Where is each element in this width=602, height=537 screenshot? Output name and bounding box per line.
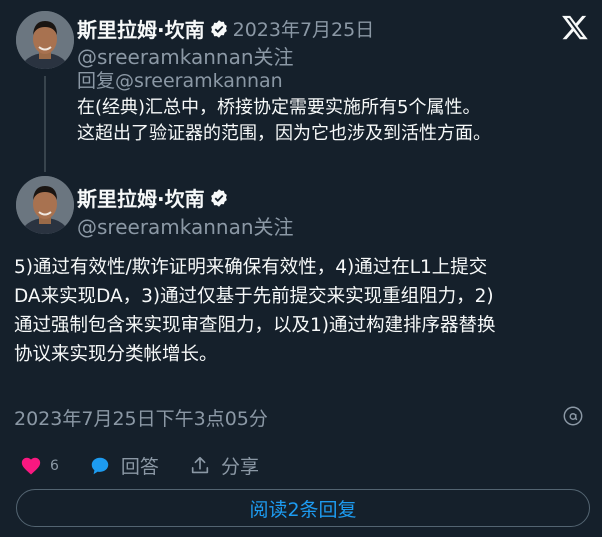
parent-tweet-date[interactable]: 2023年7月25日 bbox=[233, 15, 375, 42]
tweet-actions: 6 回答 分享 bbox=[20, 452, 289, 479]
parent-author-avatar[interactable] bbox=[16, 11, 74, 69]
like-button[interactable]: 6 bbox=[20, 455, 59, 477]
parent-tweet-text: 在(经典)汇总中，桥接协定需要实施所有5个属性。 这超出了验证器的范围，因为它也… bbox=[77, 95, 491, 147]
main-text-line: DA来实现DA，3)通过仅基于先前提交来实现重组阻力，2) bbox=[14, 286, 494, 307]
reply-label: 回答 bbox=[120, 456, 159, 478]
main-author-avatar[interactable] bbox=[16, 176, 74, 234]
parent-author-row: 斯里拉姆·坎南 2023年7月25日 bbox=[77, 14, 374, 43]
main-follow-link[interactable]: 关注 bbox=[254, 215, 294, 239]
reply-bubble-icon bbox=[91, 457, 109, 474]
share-button[interactable]: 分享 bbox=[189, 452, 259, 479]
main-text-line: 5)通过有效性/欺诈证明来确保有效性，4)通过在L1上提交 bbox=[14, 257, 488, 278]
share-icon bbox=[191, 456, 209, 473]
reply-button[interactable]: 回答 bbox=[89, 452, 159, 479]
read-replies-button[interactable]: 阅读2条回复 bbox=[16, 489, 590, 527]
tweet-timestamp[interactable]: 2023年7月25日下午3点05分 bbox=[14, 404, 268, 431]
verified-badge-icon bbox=[210, 188, 227, 207]
main-text-line: 通过强制包含来实现审查阻力，以及1)通过构建排序器替换 bbox=[14, 315, 496, 336]
main-tweet-text: 5)通过有效性/欺诈证明来确保有效性，4)通过在L1上提交 DA来实现DA，3)… bbox=[14, 253, 496, 369]
parent-author-name[interactable]: 斯里拉姆·坎南 bbox=[77, 14, 205, 43]
main-author-name[interactable]: 斯里拉姆·坎南 bbox=[77, 183, 205, 212]
thread-connector-line bbox=[44, 76, 46, 172]
main-handle-row: @sreeramkannan关注 bbox=[77, 211, 294, 240]
reply-to-label[interactable]: 回复@sreeramkannan bbox=[77, 66, 283, 93]
parent-text-line: 这超出了验证器的范围，因为它也涉及到活性方面。 bbox=[77, 123, 491, 144]
main-author-handle[interactable]: @sreeramkannan bbox=[77, 215, 254, 239]
like-count: 6 bbox=[50, 457, 59, 474]
parent-text-line: 在(经典)汇总中，桥接协定需要实施所有5个属性。 bbox=[77, 97, 481, 118]
share-label: 分享 bbox=[220, 456, 259, 478]
info-icon[interactable] bbox=[562, 405, 584, 427]
verified-badge-icon bbox=[210, 19, 227, 38]
main-text-line: 协议来实现分类帐增长。 bbox=[14, 344, 218, 365]
main-author-row: 斯里拉姆·坎南 bbox=[77, 183, 229, 212]
heart-icon bbox=[21, 457, 41, 475]
x-logo-icon[interactable] bbox=[561, 13, 589, 41]
